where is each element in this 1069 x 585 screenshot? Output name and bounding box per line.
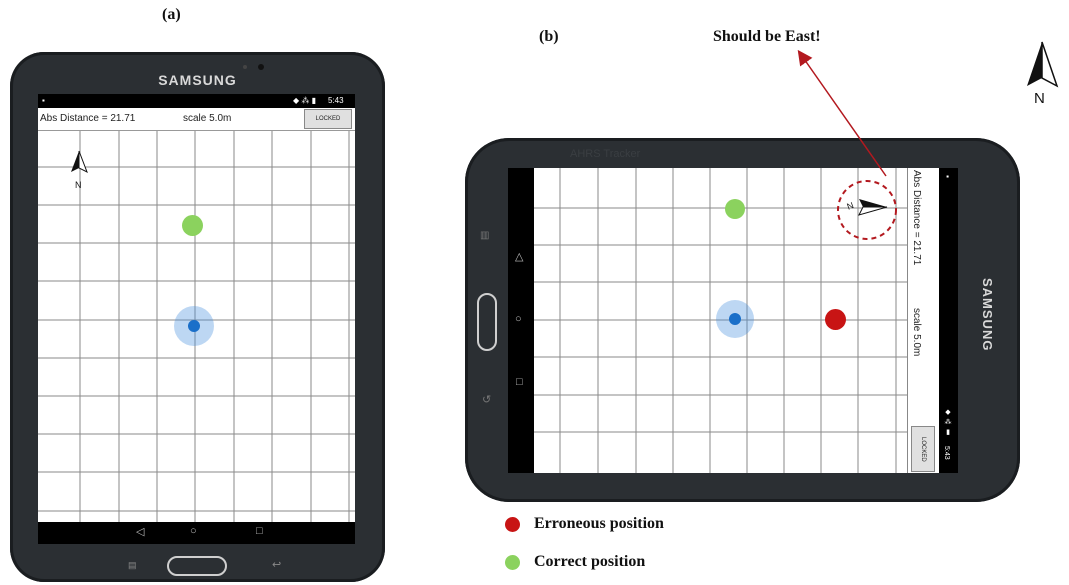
brand-logo-b: SAMSUNG	[980, 278, 995, 352]
status-time-b: 5:43	[943, 446, 950, 460]
status-bar: ▪ ◆ ⁂ ▮ 5:43	[38, 94, 355, 108]
legend-erroneous-swatch	[505, 517, 520, 532]
nav-bar-b: △ ○ □	[508, 168, 534, 473]
home-nav-icon[interactable]: ○	[190, 525, 197, 537]
user-position-marker	[188, 320, 200, 332]
status-bar-b: ▪ ◆ ⁂ ▮ 5:43	[939, 168, 958, 473]
tablet-b: ▥ ↺ AHRS Tracker △ ○ □ N Abs Distance = …	[465, 138, 1020, 502]
nav-bar: ◁ ○ □	[38, 522, 355, 544]
scale-label-b: scale 5.0m	[911, 308, 922, 357]
screen-a: ▪ ◆ ⁂ ▮ 5:43 Abs Distance = 21.71 scale …	[38, 94, 355, 544]
erroneous-position-marker	[825, 309, 846, 330]
home-nav-icon-b[interactable]: ○	[515, 313, 522, 325]
abs-distance-b: Abs Distance = 21.71	[911, 170, 922, 266]
north-compass-label: N	[1034, 90, 1045, 107]
annotation-text: Should be East!	[713, 28, 821, 45]
front-camera	[258, 64, 264, 70]
status-icons-b: ◆ ⁂ ▮	[944, 408, 951, 436]
back-key-icon[interactable]: ↩	[272, 558, 281, 571]
recents-nav-icon[interactable]: □	[256, 525, 263, 537]
panel-b-label: (b)	[539, 28, 559, 45]
recents-nav-icon-b[interactable]: □	[516, 376, 523, 388]
home-key[interactable]	[167, 556, 227, 576]
scale-label: scale 5.0m	[183, 113, 232, 124]
map-north-label: N	[75, 180, 82, 190]
notification-icon-b: ▪	[943, 172, 952, 181]
notification-icon: ▪	[42, 96, 45, 105]
abs-distance: Abs Distance = 21.71	[40, 113, 136, 124]
screen-b: △ ○ □ N Abs Distance = 21.71 scale 5.0m …	[508, 168, 958, 473]
correct-position-marker	[182, 215, 203, 236]
erroneous-compass-icon	[837, 180, 897, 240]
back-key-icon-b[interactable]: ↺	[482, 393, 491, 406]
back-nav-icon[interactable]: ◁	[136, 525, 144, 538]
user-position-marker-b	[729, 313, 741, 325]
light-sensor	[243, 65, 247, 69]
brand-logo: SAMSUNG	[158, 72, 237, 88]
status-time: 5:43	[328, 96, 344, 105]
panel-a-label: (a)	[162, 6, 181, 23]
map-north-icon	[71, 150, 88, 174]
status-icons: ◆ ⁂ ▮	[293, 96, 316, 105]
legend-correct-label: Correct position	[534, 553, 646, 570]
annotation-arrow	[797, 49, 887, 177]
locked-button[interactable]: LOCKED	[304, 109, 352, 129]
menu-key-icon[interactable]: ▤	[128, 560, 137, 571]
legend-erroneous-label: Erroneous position	[534, 515, 664, 532]
tablet-a: SAMSUNG ▪ ◆ ⁂ ▮ 5:43 Abs Distance = 21.7…	[10, 52, 385, 582]
menu-key-icon-b[interactable]: ▥	[480, 230, 489, 241]
back-nav-icon-b[interactable]: △	[515, 250, 523, 263]
correct-position-marker-b	[725, 199, 745, 219]
legend-correct-swatch	[505, 555, 520, 570]
info-bar: Abs Distance = 21.71 scale 5.0m LOCKED	[38, 108, 355, 131]
home-key-b[interactable]	[477, 293, 497, 351]
faded-app-title: AHRS Tracker	[570, 148, 641, 160]
locked-button-b[interactable]: LOCKED	[911, 426, 935, 472]
